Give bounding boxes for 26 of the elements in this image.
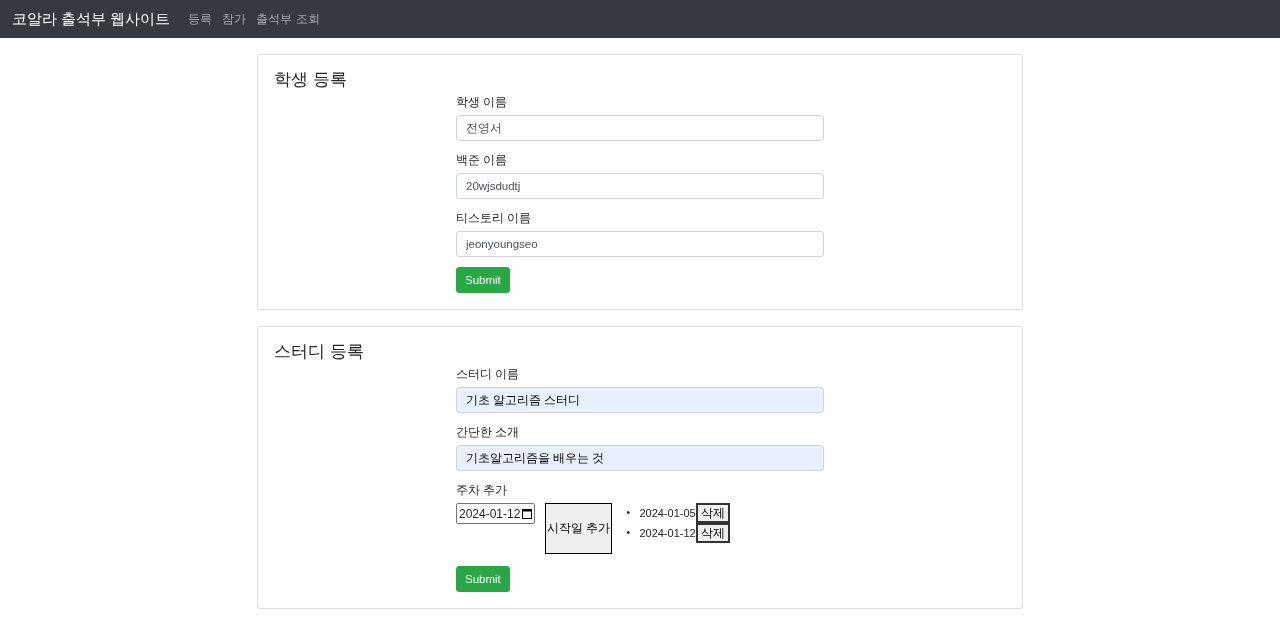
bullet: •	[626, 506, 631, 520]
calendar-icon	[522, 508, 533, 519]
text-input[interactable]: 전영서	[456, 115, 824, 141]
field-label: 학생 이름	[456, 95, 509, 110]
field-label: 주차 추가	[456, 483, 509, 498]
text-input[interactable]: 기초알고리즘을 배우는 것	[456, 445, 824, 471]
nav-link[interactable]: 참가	[222, 10, 247, 28]
nav-link[interactable]: 등록	[188, 10, 213, 28]
card-title: 스터디 등록	[274, 341, 365, 363]
field-label: 백준 이름	[456, 153, 509, 168]
nav-link[interactable]: 출석부 조회	[256, 10, 320, 28]
date-input[interactable]: 2024-01-12	[456, 503, 536, 524]
week-date: 2024-01-12	[639, 526, 696, 541]
text-input[interactable]: 20wjsdudtj	[456, 173, 824, 199]
week-date: 2024-01-05	[639, 506, 696, 521]
card-title: 학생 등록	[274, 69, 348, 91]
field-label: 간단한 소개	[456, 425, 521, 440]
add-start-date-button[interactable]: 시작일 추가	[545, 503, 613, 554]
text-input[interactable]: 기초 알고리즘 스터디	[456, 387, 824, 413]
text-input[interactable]: jeonyoungseo	[456, 231, 824, 257]
delete-button[interactable]: 삭제	[695, 503, 730, 523]
bullet: •	[626, 526, 631, 540]
brand-link[interactable]: 코알라 출석부 웹사이트	[12, 9, 171, 29]
delete-button[interactable]: 삭제	[695, 523, 730, 543]
field-label: 스터디 이름	[456, 367, 521, 382]
field-label: 티스토리 이름	[456, 211, 533, 226]
